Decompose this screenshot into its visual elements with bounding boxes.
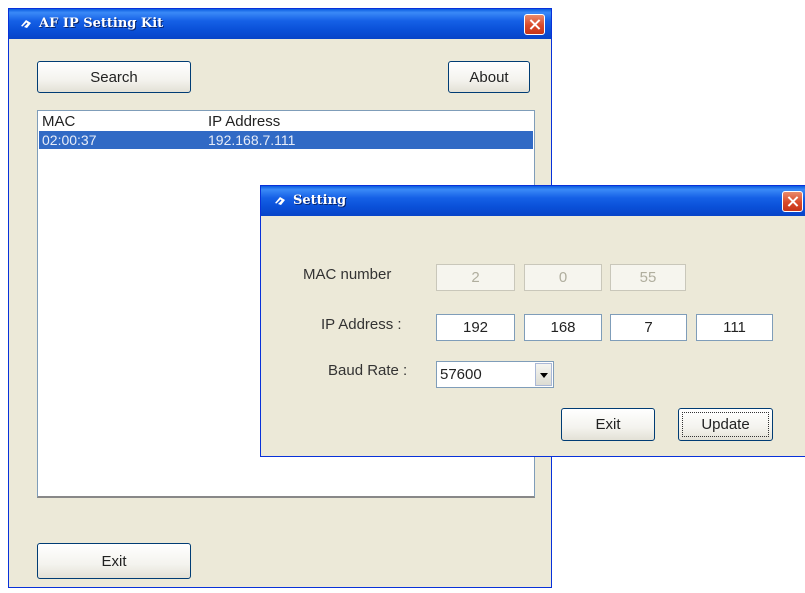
ip-octet-3-input[interactable]: 7 (610, 314, 687, 341)
main-window-title: AF IP Setting Kit (39, 16, 164, 31)
chevron-down-icon[interactable] (535, 363, 552, 386)
ip-octet-1-input[interactable]: 192 (436, 314, 515, 341)
main-exit-button[interactable]: Exit (37, 543, 191, 579)
app-icon (21, 20, 31, 28)
baud-rate-label: Baud Rate : (328, 362, 408, 379)
mac-field-1: 2 (436, 264, 515, 291)
setting-titlebar[interactable]: Setting (261, 186, 805, 216)
setting-close-button[interactable] (782, 191, 803, 212)
ip-address-label: IP Address : (321, 316, 402, 333)
setting-exit-button[interactable]: Exit (561, 408, 655, 441)
list-item[interactable]: 02:00:37 192.168.7.111 (39, 131, 533, 149)
baud-rate-value: 57600 (440, 366, 482, 383)
ip-octet-2-input[interactable]: 168 (524, 314, 602, 341)
setting-icon (275, 197, 285, 205)
main-titlebar[interactable]: AF IP Setting Kit (9, 9, 551, 39)
setting-dialog: Setting MAC number 2 0 55 IP Address : 1… (260, 185, 805, 457)
list-item-ip: 192.168.7.111 (208, 132, 296, 148)
column-header-ip-address[interactable]: IP Address (208, 113, 280, 130)
baud-rate-select[interactable]: 57600 (436, 361, 554, 388)
main-close-button[interactable] (524, 14, 545, 35)
search-button[interactable]: Search (37, 61, 191, 93)
about-button[interactable]: About (448, 61, 530, 93)
update-button[interactable]: Update (678, 408, 773, 441)
mac-field-3: 55 (610, 264, 686, 291)
column-header-mac[interactable]: MAC (42, 113, 75, 130)
setting-dialog-title: Setting (293, 193, 347, 208)
ip-octet-4-input[interactable]: 111 (696, 314, 773, 341)
mac-field-2: 0 (524, 264, 602, 291)
mac-number-label: MAC number (303, 266, 392, 283)
list-item-mac: 02:00:37 (42, 132, 97, 148)
